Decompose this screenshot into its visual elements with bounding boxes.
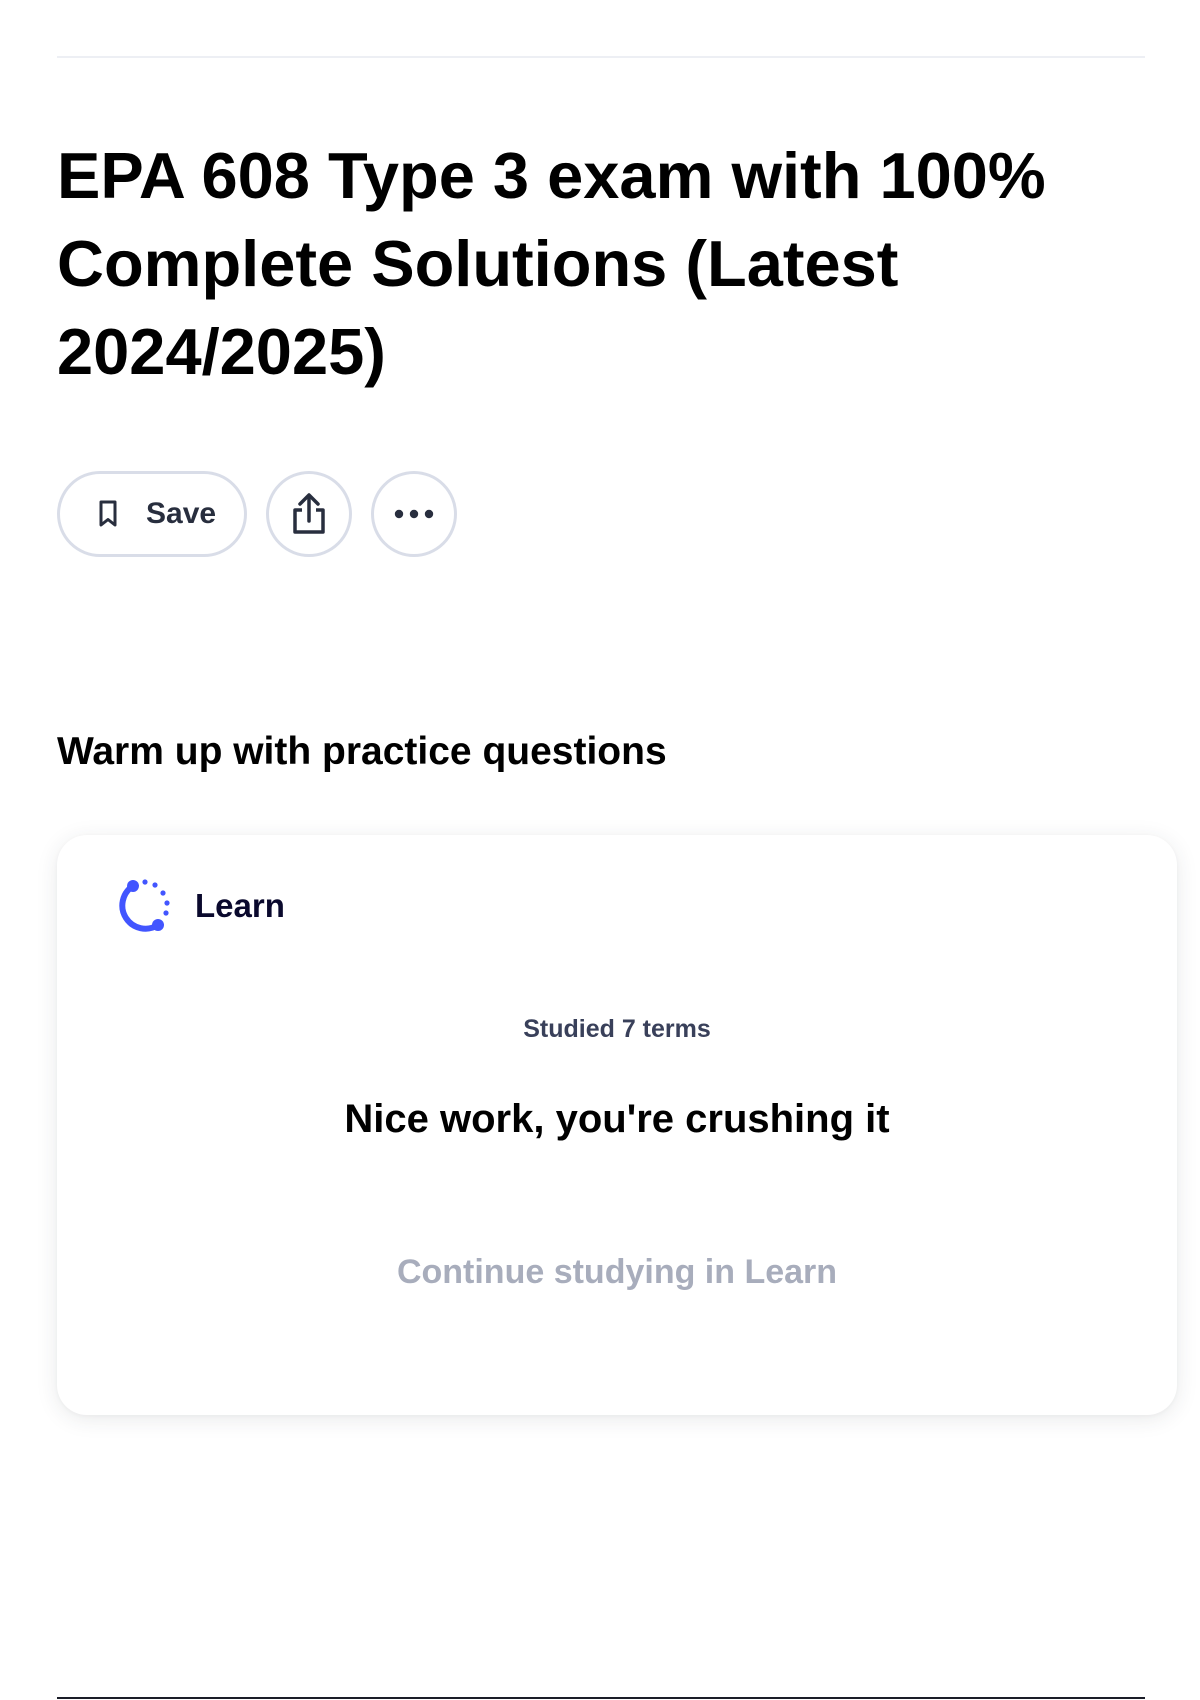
page-title: EPA 608 Type 3 exam with 100% Complete S… [57,139,1046,388]
action-bar: Save [57,471,476,557]
studied-terms-text: Studied 7 terms [523,1015,711,1043]
share-icon [289,491,329,537]
more-options-button[interactable] [371,471,457,557]
learn-card-header: Learn [113,875,285,937]
top-divider [57,56,1145,58]
share-button[interactable] [266,471,352,557]
save-label: Save [146,497,217,530]
learn-mode-label: Learn [195,887,285,924]
practice-heading: Warm up with practice questions [57,730,667,773]
bookmark-icon [96,499,120,529]
continue-learn-link[interactable]: Continue studying in Learn [57,1253,1177,1292]
learn-icon [113,875,175,937]
progress-message: Nice work, you're crushing it [344,1097,890,1141]
save-button[interactable]: Save [57,471,247,557]
more-horizontal-icon [393,509,435,519]
bottom-divider [57,1697,1145,1699]
learn-card[interactable]: Learn Studied 7 terms Nice work, you're … [57,835,1177,1415]
